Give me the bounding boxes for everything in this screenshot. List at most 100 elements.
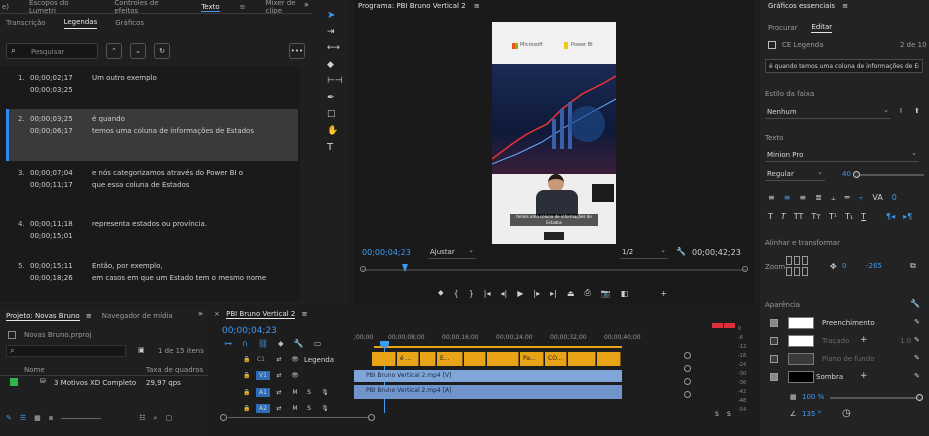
- tab-effects-fragment[interactable]: e): [2, 3, 9, 11]
- mark-in-icon[interactable]: {: [454, 289, 459, 298]
- tracking-icon[interactable]: VA: [872, 193, 882, 203]
- new-bin-icon[interactable]: ▢: [165, 414, 172, 422]
- search-box[interactable]: ⌕ Pesquisar: [6, 43, 98, 59]
- caption-clip[interactable]: [464, 352, 486, 366]
- caption-text[interactable]: Um outro exemplo: [92, 74, 157, 82]
- align-cell[interactable]: [794, 256, 800, 265]
- lock-icon[interactable]: 🔒: [242, 355, 252, 364]
- all-caps-icon[interactable]: TT: [794, 212, 804, 221]
- track-a2-label[interactable]: A2: [256, 404, 270, 413]
- type-tool-icon[interactable]: T: [327, 142, 333, 153]
- sync-lock-icon[interactable]: ⇄: [274, 355, 284, 364]
- align-cell[interactable]: [794, 267, 800, 276]
- menu-icon[interactable]: ≡: [240, 3, 246, 11]
- wrench-icon[interactable]: 🔧: [910, 299, 920, 308]
- angle-dial-icon[interactable]: ◷: [842, 408, 851, 419]
- align-bottom-icon[interactable]: ⫟: [859, 193, 864, 203]
- caption-clip[interactable]: [487, 352, 519, 366]
- opacity-value[interactable]: 100 %: [802, 393, 824, 401]
- video-clip[interactable]: PBI Bruno Vertical 2.mp4 [V]: [354, 370, 622, 382]
- sync-lock-icon[interactable]: ⇄: [274, 371, 284, 380]
- caption-item[interactable]: 3. 00;00;07;04 00;00;11;17 e nós categor…: [6, 163, 298, 209]
- panel-expand-icon[interactable]: »: [198, 309, 203, 318]
- align-center-icon[interactable]: ≡: [784, 193, 791, 203]
- go-to-in-icon[interactable]: |◂: [484, 289, 491, 298]
- caption-text[interactable]: é quando: [92, 115, 125, 123]
- fill-color-swatch[interactable]: [788, 317, 814, 329]
- mute-m-icon[interactable]: M: [290, 404, 300, 413]
- eye-icon[interactable]: 👁: [290, 355, 300, 364]
- tab-project[interactable]: Projeto: Novas Bruno ≡: [6, 312, 92, 321]
- panel-expand-icon[interactable]: »: [304, 0, 309, 9]
- caption-track-lane[interactable]: é ... E... Pa... CO...: [354, 351, 684, 367]
- selection-tool-icon[interactable]: ➤: [327, 10, 335, 21]
- new-bin-icon[interactable]: ▣: [138, 346, 145, 354]
- eyedropper-icon[interactable]: ✎: [914, 372, 920, 380]
- work-area-bar[interactable]: [374, 346, 622, 348]
- timeline-timecode[interactable]: 00;00;04;23: [222, 326, 277, 336]
- export-frame-icon[interactable]: 📷: [601, 289, 611, 298]
- replace-button[interactable]: ↻: [154, 43, 170, 59]
- slider-thumb[interactable]: [916, 394, 923, 401]
- zoom-slider[interactable]: [61, 417, 102, 419]
- rtl-icon[interactable]: ¶◂: [886, 212, 895, 221]
- comparison-view-icon[interactable]: ◧: [621, 289, 629, 298]
- nest-icon[interactable]: ⊶: [224, 339, 232, 349]
- microphone-icon[interactable]: 🎙: [320, 388, 330, 397]
- ltr-icon[interactable]: ▸¶: [903, 212, 912, 221]
- eye-icon[interactable]: 👁: [290, 371, 300, 380]
- current-timecode[interactable]: 00;00;04;23: [362, 248, 411, 257]
- write-icon[interactable]: ✎: [6, 414, 12, 422]
- scroll-track[interactable]: [228, 417, 368, 418]
- captions-icon[interactable]: ▭: [314, 339, 322, 349]
- caption-text[interactable]: e nós categorizamos através do Power BI …: [92, 169, 243, 177]
- shadow-color-swatch[interactable]: [788, 371, 814, 383]
- caption-clip[interactable]: E...: [437, 352, 463, 366]
- position-x-value[interactable]: 0: [842, 262, 846, 270]
- zoom-circle[interactable]: [684, 378, 691, 385]
- zoom-circle[interactable]: [684, 352, 691, 359]
- align-cell[interactable]: [802, 267, 808, 276]
- microphone-icon[interactable]: 🎙: [320, 404, 330, 413]
- freeform-view-icon[interactable]: ⧈: [49, 414, 53, 423]
- caption-text[interactable]: Então, por exemplo,: [92, 262, 163, 270]
- zoom-circle[interactable]: [684, 365, 691, 372]
- italic-icon[interactable]: T: [781, 212, 786, 221]
- caption-clip[interactable]: [597, 352, 621, 366]
- tab-text[interactable]: Texto: [201, 3, 220, 12]
- tab-edit[interactable]: Editar: [811, 23, 833, 33]
- list-view-icon[interactable]: ☰: [20, 414, 26, 422]
- add-marker-icon[interactable]: ⬥: [278, 339, 284, 349]
- font-size-value[interactable]: 40: [842, 170, 851, 178]
- menu-icon[interactable]: ≡: [86, 312, 92, 320]
- font-family-dropdown[interactable]: Minion Pro: [765, 149, 919, 162]
- play-icon[interactable]: ▶: [517, 289, 523, 298]
- align-top-icon[interactable]: ⫠: [831, 193, 836, 203]
- caption-clip[interactable]: [568, 352, 596, 366]
- align-middle-icon[interactable]: ═: [845, 193, 850, 203]
- caption-clip[interactable]: Pa...: [520, 352, 544, 366]
- add-shadow-icon[interactable]: +: [860, 371, 868, 381]
- align-cell[interactable]: [786, 267, 792, 276]
- align-right-icon[interactable]: ≡: [799, 193, 806, 203]
- caption-text[interactable]: em casos em que um Estado tem o mesmo no…: [92, 274, 266, 282]
- track-a1-label[interactable]: A1: [256, 388, 270, 397]
- opacity-slider[interactable]: [830, 394, 923, 401]
- superscript-icon[interactable]: T¹: [829, 212, 837, 221]
- solo-right-button[interactable]: S: [727, 411, 731, 418]
- underline-icon[interactable]: T: [861, 212, 866, 221]
- scroll-handle-left[interactable]: [220, 414, 227, 421]
- caption-text[interactable]: temos uma coluna de informações de Estad…: [92, 127, 254, 135]
- download-style-icon[interactable]: ⬇: [898, 107, 904, 115]
- track-height-controls[interactable]: [684, 352, 692, 412]
- wrench-icon[interactable]: 🔧: [676, 247, 686, 256]
- linked-selection-icon[interactable]: ⛓: [258, 339, 268, 349]
- settings-wrench-icon[interactable]: 🔧: [294, 339, 304, 349]
- font-size-slider[interactable]: [853, 171, 924, 178]
- track-style-dropdown[interactable]: Nenhum: [765, 106, 891, 119]
- track-v1-label[interactable]: V1: [256, 371, 270, 380]
- stroke-width-value[interactable]: 1.0: [900, 337, 911, 345]
- fit-dropdown[interactable]: Ajustar: [428, 246, 476, 259]
- tab-captions[interactable]: Legendas: [63, 18, 98, 29]
- background-checkbox[interactable]: [770, 355, 778, 363]
